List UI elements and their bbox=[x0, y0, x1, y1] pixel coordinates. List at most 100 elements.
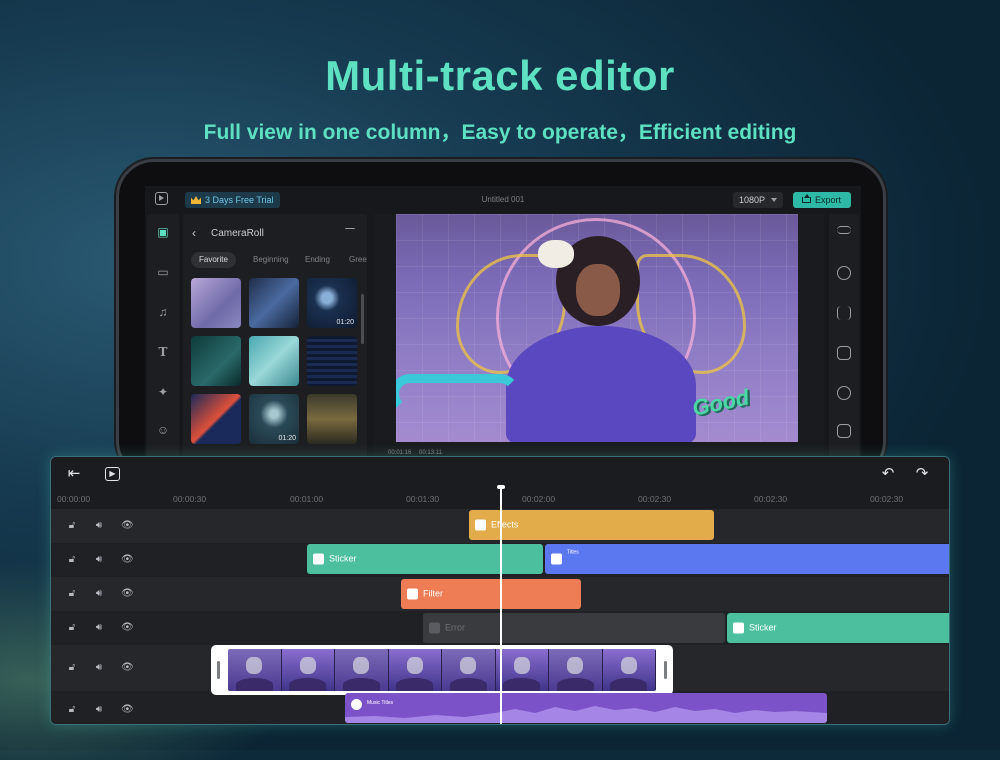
speed-icon[interactable] bbox=[837, 266, 851, 280]
volume-icon[interactable]: 🔊︎ bbox=[94, 589, 104, 599]
editor-topbar: 3 Days Free Trial Untitled 001 1080P Exp… bbox=[145, 186, 861, 212]
ruler-tick: 00:02:30 bbox=[754, 494, 788, 504]
back-icon[interactable]: ‹ bbox=[192, 226, 196, 240]
media-thumbnail[interactable] bbox=[307, 394, 357, 444]
tab-ending[interactable]: Ending bbox=[297, 252, 338, 268]
ruler-tick: 00:01:30 bbox=[406, 494, 440, 504]
sticker-clip-icon bbox=[733, 622, 744, 634]
clip-label: Filter bbox=[423, 588, 443, 599]
media-thumbnail[interactable] bbox=[249, 278, 299, 328]
timeline-panel: ⇤ ▶ ↶ ↷ 00:00:00 00:00:30 00:01:00 00:01… bbox=[50, 456, 950, 725]
right-tool-rail bbox=[829, 214, 859, 476]
media-icon[interactable]: ▣ bbox=[156, 226, 170, 238]
clip-sticker[interactable]: Sticker bbox=[307, 544, 543, 574]
preview-area: Good 00:01:16 00:13:11 bbox=[374, 214, 824, 476]
lock-icon[interactable]: 🔓︎ bbox=[67, 555, 77, 565]
clip-music[interactable]: Music Titles bbox=[345, 693, 827, 723]
folder-icon[interactable]: ▭ bbox=[156, 266, 170, 278]
video-frame bbox=[442, 649, 496, 691]
media-thumbnail[interactable] bbox=[191, 336, 241, 386]
tab-green[interactable]: Gree bbox=[341, 252, 375, 268]
subheadline: Full view in one column，Easy to operate，… bbox=[203, 121, 797, 144]
volume-icon[interactable]: 🔊︎ bbox=[94, 663, 104, 673]
crop-icon[interactable] bbox=[837, 346, 851, 360]
visibility-icon[interactable]: 👁︎ bbox=[121, 705, 134, 715]
clip-effects[interactable]: Effects bbox=[469, 510, 714, 540]
lock-icon[interactable]: 🔓︎ bbox=[67, 623, 77, 633]
visibility-icon[interactable]: 👁︎ bbox=[121, 589, 134, 599]
track-controls: 🔓︎ 🔊︎ 👁︎ bbox=[51, 509, 149, 543]
media-thumbnail[interactable]: 01:20 bbox=[307, 278, 357, 328]
video-frames bbox=[228, 649, 656, 691]
preview-toggle-icon[interactable]: ▶ bbox=[105, 467, 120, 481]
clip-text[interactable]: Titles bbox=[545, 544, 949, 574]
media-thumbnail[interactable] bbox=[307, 336, 357, 386]
adjust-icon[interactable] bbox=[837, 226, 851, 234]
media-folder-title: CameraRoll bbox=[211, 228, 264, 239]
lock-icon[interactable]: 🔓︎ bbox=[67, 521, 77, 531]
volume-icon[interactable]: 🔊︎ bbox=[94, 705, 104, 715]
volume-icon[interactable]: 🔊︎ bbox=[94, 555, 104, 565]
text-clip-icon bbox=[551, 553, 562, 565]
volume-icon[interactable]: 🔊︎ bbox=[94, 521, 104, 531]
clip-video[interactable] bbox=[211, 645, 673, 695]
squiggle-sticker[interactable] bbox=[396, 374, 520, 414]
lock-icon[interactable]: 🔓︎ bbox=[67, 589, 77, 599]
tablet-device: 3 Days Free Trial Untitled 001 1080P Exp… bbox=[116, 159, 886, 479]
video-preview[interactable]: Good bbox=[396, 214, 798, 442]
person-body bbox=[506, 326, 696, 442]
video-frame bbox=[388, 649, 442, 691]
media-thumbnail[interactable]: 01:20 bbox=[249, 394, 299, 444]
tab-favorite[interactable]: Favorite bbox=[191, 252, 236, 268]
clip-label: Error bbox=[445, 622, 465, 633]
sticker-icon[interactable]: ☺ bbox=[156, 424, 170, 436]
clip-error[interactable]: Error bbox=[423, 613, 725, 643]
trim-handle-right[interactable] bbox=[664, 661, 667, 679]
clip-filter[interactable]: Filter bbox=[401, 579, 581, 609]
tab-beginning[interactable]: Beginning bbox=[245, 252, 297, 268]
clip-label: Sticker bbox=[749, 622, 777, 633]
track-controls: 🔓︎ 🔊︎ 👁︎ bbox=[51, 645, 149, 691]
person-face bbox=[576, 264, 620, 316]
ruler-tick: 00:00:30 bbox=[173, 494, 207, 504]
mask-icon[interactable] bbox=[837, 424, 851, 438]
media-thumbnail[interactable] bbox=[191, 278, 241, 328]
video-frame bbox=[335, 649, 389, 691]
filter-funnel-icon[interactable] bbox=[345, 228, 355, 239]
clip-sticker[interactable]: Sticker bbox=[727, 613, 949, 643]
ruler-tick: 00:02:30 bbox=[870, 494, 904, 504]
volume-icon[interactable]: 🔊︎ bbox=[94, 623, 104, 633]
clip-label: Sticker bbox=[329, 553, 357, 564]
redo-icon[interactable]: ↷ bbox=[913, 466, 931, 482]
media-thumbnail[interactable] bbox=[249, 336, 299, 386]
text-icon[interactable]: T bbox=[156, 346, 170, 358]
audio-icon[interactable] bbox=[837, 306, 851, 320]
ruler-tick: 00:02:00 bbox=[522, 494, 556, 504]
track-controls: 🔓︎ 🔊︎ 👁︎ bbox=[51, 577, 149, 611]
music-icon[interactable]: ♫ bbox=[156, 306, 170, 318]
filter-icon[interactable] bbox=[837, 386, 851, 400]
playhead[interactable] bbox=[497, 485, 505, 724]
visibility-icon[interactable]: 👁︎ bbox=[121, 555, 134, 565]
left-tool-rail: ▣ ▭ ♫ T ✦ ☺ bbox=[147, 214, 179, 476]
visibility-icon[interactable]: 👁︎ bbox=[121, 623, 134, 633]
editor-screen: 3 Days Free Trial Untitled 001 1080P Exp… bbox=[145, 186, 861, 476]
sticker-clip-icon bbox=[313, 553, 324, 565]
lock-icon[interactable]: 🔓︎ bbox=[67, 705, 77, 715]
thumb-duration: 01:20 bbox=[336, 319, 354, 326]
trim-handle-left[interactable] bbox=[217, 661, 220, 679]
visibility-icon[interactable]: 👁︎ bbox=[121, 521, 134, 531]
lock-icon[interactable]: 🔓︎ bbox=[67, 663, 77, 673]
dog-sticker[interactable] bbox=[538, 240, 574, 268]
effects-icon[interactable]: ✦ bbox=[156, 386, 170, 398]
export-button[interactable]: Export bbox=[793, 192, 851, 208]
collapse-icon[interactable]: ⇤ bbox=[65, 466, 83, 482]
video-frame bbox=[549, 649, 603, 691]
media-thumbnail[interactable] bbox=[191, 394, 241, 444]
undo-icon[interactable]: ↶ bbox=[879, 466, 897, 482]
visibility-icon[interactable]: 👁︎ bbox=[121, 663, 134, 673]
ruler-tick: 00:01:00 bbox=[290, 494, 324, 504]
resolution-select[interactable]: 1080P bbox=[733, 192, 783, 208]
media-scrollbar[interactable] bbox=[361, 294, 364, 344]
headline: Multi-track editor bbox=[325, 52, 675, 99]
